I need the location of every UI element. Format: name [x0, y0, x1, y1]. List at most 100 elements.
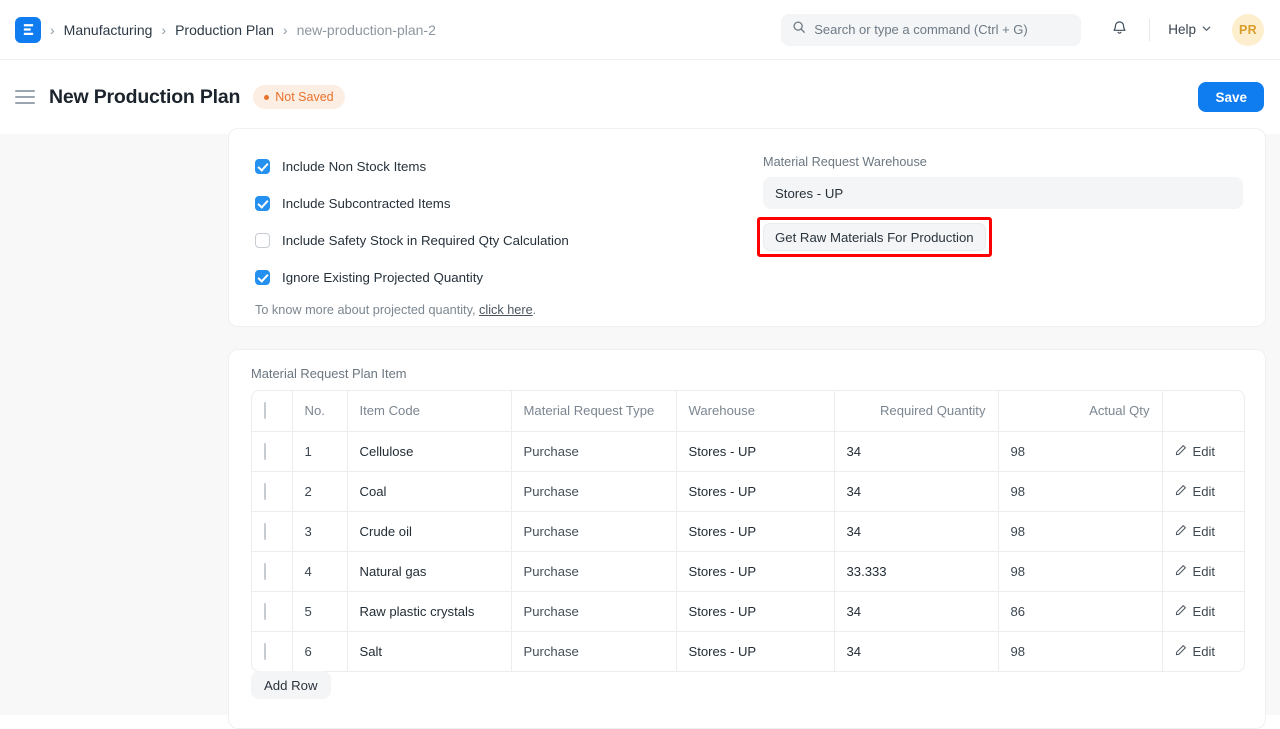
row-edit-label: Edit	[1193, 444, 1216, 459]
workspace: Include Non Stock Items Include Subcontr…	[0, 134, 1280, 715]
notifications-button[interactable]	[1103, 14, 1135, 46]
save-button[interactable]: Save	[1198, 82, 1264, 112]
checkbox-box[interactable]	[255, 270, 270, 285]
cell-actual-qty[interactable]: 98	[998, 551, 1162, 591]
cell-actual-qty[interactable]: 98	[998, 631, 1162, 671]
checkbox-box[interactable]	[255, 233, 270, 248]
cell-required-qty[interactable]: 34	[834, 631, 998, 671]
erpnext-logo-icon[interactable]	[15, 17, 41, 43]
cell-item-code[interactable]: Raw plastic crystals	[347, 591, 511, 631]
table-row[interactable]: 2 Coal Purchase Stores - UP 34 98	[252, 471, 1245, 511]
column-header-required-qty[interactable]: Required Quantity	[834, 391, 998, 431]
column-header-actual-qty[interactable]: Actual Qty	[998, 391, 1162, 431]
cell-warehouse[interactable]: Stores - UP	[676, 511, 834, 551]
row-edit-button[interactable]: Edit	[1175, 604, 1235, 619]
column-header-request-type[interactable]: Material Request Type	[511, 391, 676, 431]
column-header-actions	[1162, 391, 1245, 431]
checkbox-label: Include Safety Stock in Required Qty Cal…	[282, 233, 569, 248]
cell-required-qty[interactable]: 34	[834, 471, 998, 511]
cell-item-code[interactable]: Coal	[347, 471, 511, 511]
cell-request-type[interactable]: Purchase	[511, 591, 676, 631]
cell-item-code[interactable]: Cellulose	[347, 431, 511, 471]
column-header-warehouse[interactable]: Warehouse	[676, 391, 834, 431]
page-header: New Production Plan Not Saved Save	[0, 60, 1280, 134]
cell-item-code[interactable]: Salt	[347, 631, 511, 671]
chevron-down-icon	[1201, 22, 1212, 37]
help-menu-button[interactable]: Help	[1164, 18, 1216, 41]
pencil-icon	[1175, 484, 1187, 499]
cell-request-type[interactable]: Purchase	[511, 551, 676, 591]
click-here-link[interactable]: click here	[479, 303, 533, 317]
checkbox-box[interactable]	[255, 196, 270, 211]
cell-required-qty[interactable]: 33.333	[834, 551, 998, 591]
checkbox-ignore-existing-projected-qty[interactable]: Ignore Existing Projected Quantity	[255, 266, 715, 288]
cell-required-qty[interactable]: 34	[834, 591, 998, 631]
select-all-checkbox[interactable]	[264, 402, 266, 419]
table-row[interactable]: 3 Crude oil Purchase Stores - UP 34 98	[252, 511, 1245, 551]
cell-actual-qty[interactable]: 86	[998, 591, 1162, 631]
status-badge-label: Not Saved	[275, 90, 333, 104]
row-checkbox[interactable]	[264, 443, 266, 460]
material-request-plan-item-section: Material Request Plan Item No. Item Code…	[228, 349, 1266, 729]
cell-item-code[interactable]: Crude oil	[347, 511, 511, 551]
form-content: Include Non Stock Items Include Subcontr…	[228, 134, 1280, 715]
checkbox-include-non-stock-items[interactable]: Include Non Stock Items	[255, 155, 715, 177]
checkbox-box[interactable]	[255, 159, 270, 174]
row-edit-button[interactable]: Edit	[1175, 564, 1235, 579]
checkbox-label: Ignore Existing Projected Quantity	[282, 270, 483, 285]
select-all-header	[252, 391, 292, 431]
row-edit-button[interactable]: Edit	[1175, 524, 1235, 539]
search-input[interactable]: Search or type a command (Ctrl + G)	[781, 14, 1081, 46]
breadcrumb-production-plan[interactable]: Production Plan	[175, 22, 274, 38]
hamburger-icon[interactable]	[15, 90, 35, 104]
cell-no: 1	[292, 431, 347, 471]
material-request-warehouse-input[interactable]: Stores - UP	[763, 177, 1243, 209]
checkbox-include-subcontracted-items[interactable]: Include Subcontracted Items	[255, 192, 715, 214]
material-request-options-section: Include Non Stock Items Include Subcontr…	[228, 128, 1266, 327]
cell-request-type[interactable]: Purchase	[511, 431, 676, 471]
table-row[interactable]: 4 Natural gas Purchase Stores - UP 33.33…	[252, 551, 1245, 591]
cell-request-type[interactable]: Purchase	[511, 631, 676, 671]
cell-actual-qty[interactable]: 98	[998, 511, 1162, 551]
avatar[interactable]: PR	[1232, 14, 1264, 46]
row-edit-label: Edit	[1193, 604, 1216, 619]
table-row[interactable]: 5 Raw plastic crystals Purchase Stores -…	[252, 591, 1245, 631]
cell-request-type[interactable]: Purchase	[511, 511, 676, 551]
pencil-icon	[1175, 524, 1187, 539]
column-header-no[interactable]: No.	[292, 391, 347, 431]
cell-actual-qty[interactable]: 98	[998, 431, 1162, 471]
row-edit-button[interactable]: Edit	[1175, 644, 1235, 659]
checkbox-group: Include Non Stock Items Include Subcontr…	[255, 155, 715, 317]
table-body: 1 Cellulose Purchase Stores - UP 34 98	[252, 431, 1245, 671]
cell-request-type[interactable]: Purchase	[511, 471, 676, 511]
cell-warehouse[interactable]: Stores - UP	[676, 631, 834, 671]
table-row[interactable]: 6 Salt Purchase Stores - UP 34 98	[252, 631, 1245, 671]
search-placeholder: Search or type a command (Ctrl + G)	[814, 22, 1028, 37]
checkbox-include-safety-stock[interactable]: Include Safety Stock in Required Qty Cal…	[255, 229, 715, 251]
cell-required-qty[interactable]: 34	[834, 511, 998, 551]
cell-item-code[interactable]: Natural gas	[347, 551, 511, 591]
cell-actual-qty[interactable]: 98	[998, 471, 1162, 511]
cell-warehouse[interactable]: Stores - UP	[676, 551, 834, 591]
breadcrumb-manufacturing[interactable]: Manufacturing	[64, 22, 153, 38]
table-row[interactable]: 1 Cellulose Purchase Stores - UP 34 98	[252, 431, 1245, 471]
column-header-item-code[interactable]: Item Code	[347, 391, 511, 431]
row-checkbox[interactable]	[264, 643, 266, 660]
row-edit-label: Edit	[1193, 524, 1216, 539]
cell-warehouse[interactable]: Stores - UP	[676, 431, 834, 471]
cell-warehouse[interactable]: Stores - UP	[676, 591, 834, 631]
row-edit-button[interactable]: Edit	[1175, 484, 1235, 499]
cell-no: 4	[292, 551, 347, 591]
breadcrumb-current-doc: new-production-plan-2	[297, 22, 436, 38]
projected-qty-hint: To know more about projected quantity, c…	[255, 303, 715, 317]
cell-required-qty[interactable]: 34	[834, 431, 998, 471]
cell-warehouse[interactable]: Stores - UP	[676, 471, 834, 511]
row-checkbox[interactable]	[264, 603, 266, 620]
row-checkbox[interactable]	[264, 523, 266, 540]
get-raw-materials-for-production-button[interactable]: Get Raw Materials For Production	[763, 223, 986, 251]
add-row-button[interactable]: Add Row	[251, 671, 331, 699]
row-checkbox[interactable]	[264, 563, 266, 580]
row-edit-button[interactable]: Edit	[1175, 444, 1235, 459]
cell-no: 2	[292, 471, 347, 511]
row-checkbox[interactable]	[264, 483, 266, 500]
